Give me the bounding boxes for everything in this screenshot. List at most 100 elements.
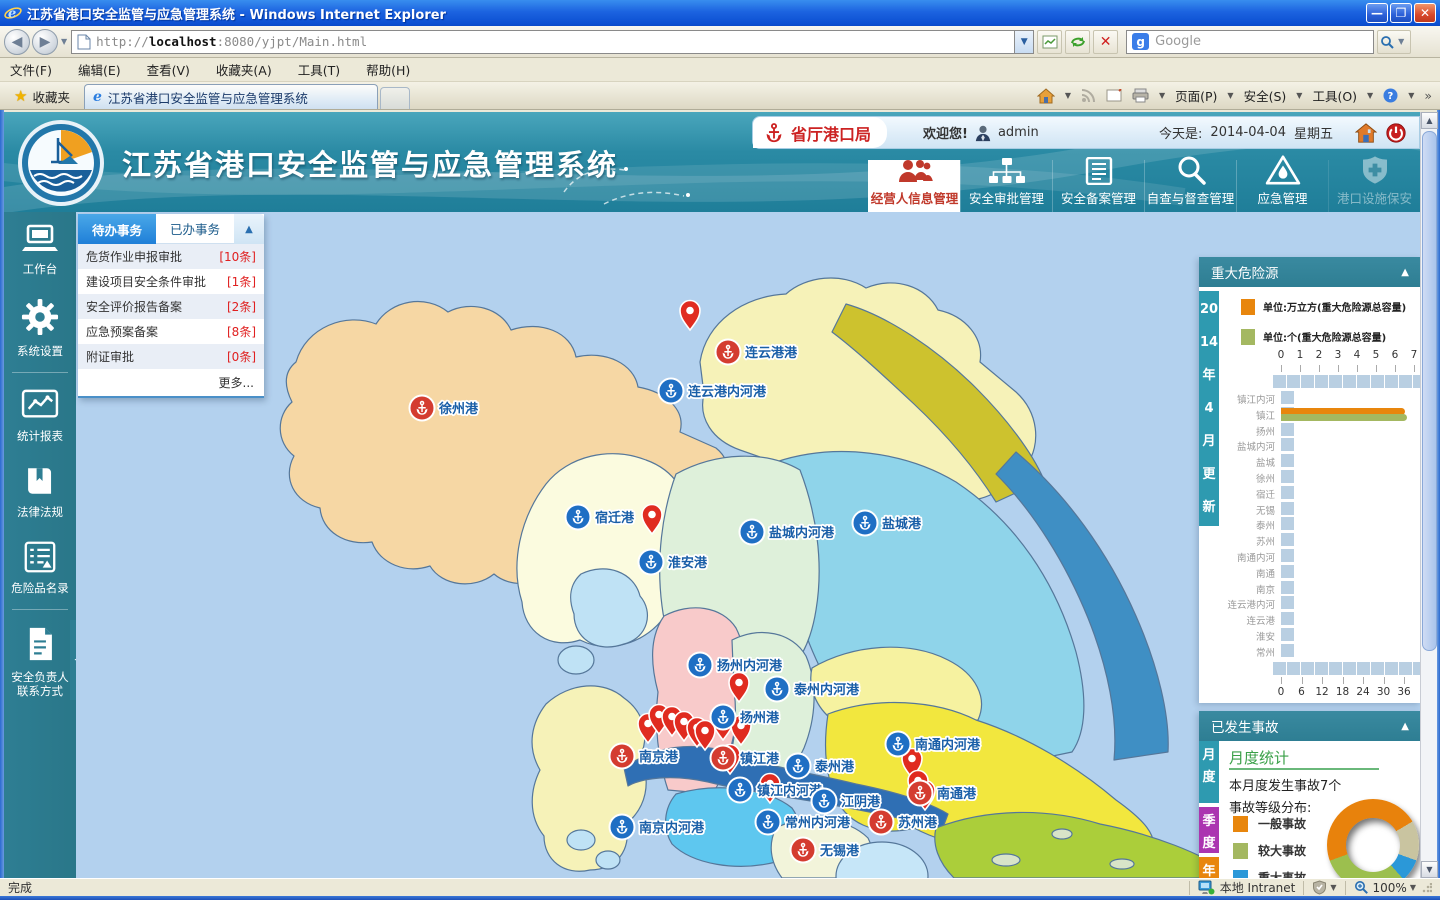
- port-marker[interactable]: 常州内河港: [756, 810, 852, 835]
- accident-heading: 月度统计: [1229, 747, 1289, 768]
- back-button[interactable]: ◀: [4, 29, 30, 55]
- nav-shield: 港口设施保安: [1328, 160, 1420, 213]
- sidebar-item-gear[interactable]: 系统设置: [4, 286, 76, 368]
- overflow-chevron-icon[interactable]: »: [1424, 88, 1432, 103]
- nav-sitemap[interactable]: 安全审批管理: [960, 160, 1052, 213]
- page-scrollbar[interactable]: ▲ ▼: [1420, 112, 1437, 878]
- menu-item-5[interactable]: 帮助(H): [366, 60, 410, 79]
- browser-tab[interactable]: e 江苏省港口安全监管与应急管理系统: [84, 84, 378, 109]
- task-row[interactable]: 危货作业申报审批[10条]: [78, 244, 264, 269]
- task-row[interactable]: 附证审批[0条]: [78, 344, 264, 369]
- hazard-panel-title: 重大危险源: [1211, 262, 1279, 282]
- minimize-button[interactable]: —: [1366, 3, 1388, 23]
- map-pin[interactable]: [680, 301, 700, 331]
- menu-item-4[interactable]: 工具(T): [298, 60, 340, 79]
- task-count: [8条]: [227, 323, 256, 340]
- sidebar-item-contact[interactable]: 安全负责人联系方式: [4, 614, 76, 708]
- accident-tab-2[interactable]: 年度: [1199, 857, 1219, 878]
- accident-panel-title: 已发生事故: [1211, 716, 1279, 736]
- laptop-icon: [20, 224, 60, 258]
- sidebar-item-chart[interactable]: 统计报表: [4, 377, 76, 453]
- task-row[interactable]: 应急预案备案[8条]: [78, 319, 264, 344]
- star-icon: ★: [14, 87, 27, 105]
- help-icon[interactable]: ?: [1383, 88, 1398, 103]
- scroll-down-icon[interactable]: ▼: [1421, 861, 1438, 878]
- port-label: 淮安港: [667, 555, 708, 571]
- port-label: 连云港港: [745, 345, 798, 361]
- port-label: 盐城港: [882, 516, 922, 532]
- svg-text:e: e: [8, 7, 16, 22]
- search-input[interactable]: g Google: [1126, 30, 1374, 54]
- island-2: [1052, 829, 1072, 839]
- rss-icon[interactable]: [1081, 88, 1096, 103]
- sidebar-item-laptop[interactable]: 工作台: [4, 212, 76, 286]
- tab-done-tasks[interactable]: 已办事务: [156, 214, 234, 244]
- print-icon[interactable]: [1132, 88, 1149, 103]
- stop-button[interactable]: ✕: [1093, 30, 1118, 54]
- maximize-button[interactable]: ❐: [1390, 3, 1412, 23]
- task-row[interactable]: 建设项目安全条件审批[1条]: [78, 269, 264, 294]
- command-tools[interactable]: 工具(O): [1312, 86, 1357, 105]
- weekday: 星期五: [1294, 123, 1333, 142]
- status-zone: 本地 Intranet: [1220, 879, 1296, 896]
- accident-distribution-label: 事故等级分布:: [1229, 797, 1311, 816]
- hazard-category-label: 镇江: [1203, 408, 1275, 422]
- new-tab-stub[interactable]: [380, 87, 410, 109]
- zoom-level[interactable]: 100%: [1373, 881, 1407, 895]
- zoom-icon[interactable]: [1354, 880, 1369, 895]
- favorites-button[interactable]: ★ 收藏夹: [4, 84, 80, 108]
- hazard-category-label: 徐州: [1203, 471, 1275, 485]
- logout-icon[interactable]: [1385, 122, 1407, 144]
- island-1: [992, 854, 1020, 866]
- hazard-category-label: 连云港: [1203, 613, 1275, 627]
- tasks-more-link[interactable]: 更多...: [78, 369, 264, 396]
- nav-magnifier[interactable]: 自查与督查管理: [1144, 160, 1236, 213]
- menu-item-1[interactable]: 编辑(E): [78, 60, 121, 79]
- home-icon[interactable]: [1037, 88, 1055, 104]
- hazard-category-label: 镇江内河: [1203, 392, 1275, 406]
- sidebar-item-list[interactable]: 危险品名录: [4, 529, 76, 605]
- nav-emergency[interactable]: 应急管理: [1236, 160, 1328, 213]
- accident-tab-0[interactable]: 月度: [1199, 741, 1219, 803]
- hazard-category-label: 南京: [1203, 582, 1275, 596]
- port-label: 宿迁港: [595, 510, 635, 526]
- search-icon: [1380, 35, 1394, 49]
- lake-nanjing-1: [567, 830, 595, 850]
- hazard-bar: [1281, 414, 1407, 421]
- command-page[interactable]: 页面(P): [1175, 86, 1217, 105]
- url-field[interactable]: http://localhost:8080/yjpt/Main.html: [71, 30, 1015, 54]
- refresh-button[interactable]: [1065, 30, 1090, 54]
- menu-item-0[interactable]: 文件(F): [10, 60, 52, 79]
- port-label: 南通内河港: [915, 737, 981, 753]
- tasks-collapse-icon[interactable]: ▲: [234, 214, 264, 244]
- forward-button[interactable]: ▶: [32, 29, 58, 55]
- scrollbar-thumb[interactable]: [1422, 131, 1437, 651]
- task-count: [1条]: [227, 273, 256, 290]
- sidebar-item-book[interactable]: 法律法规: [4, 453, 76, 529]
- svg-text:?: ?: [1388, 91, 1394, 102]
- search-button[interactable]: ▼: [1377, 30, 1411, 54]
- task-count: [0条]: [227, 348, 256, 365]
- hazard-collapse-icon[interactable]: ▲: [1401, 267, 1409, 278]
- menu-item-2[interactable]: 查看(V): [147, 60, 190, 79]
- history-dropdown-icon[interactable]: ▼: [61, 37, 67, 46]
- compatibility-button[interactable]: [1037, 30, 1062, 54]
- tab-pending-tasks[interactable]: 待办事务: [78, 214, 156, 244]
- scroll-up-icon[interactable]: ▲: [1421, 112, 1438, 129]
- accident-collapse-icon[interactable]: ▲: [1401, 721, 1409, 732]
- menu-item-3[interactable]: 收藏夹(A): [216, 60, 272, 79]
- protected-mode-icon[interactable]: [1312, 880, 1327, 895]
- close-button[interactable]: ✕: [1414, 3, 1436, 23]
- home-shortcut-icon[interactable]: [1355, 122, 1377, 144]
- mail-icon[interactable]: [1106, 89, 1122, 102]
- task-row[interactable]: 安全评价报告备案[2条]: [78, 294, 264, 319]
- command-safety[interactable]: 安全(S): [1244, 86, 1287, 105]
- nav-document[interactable]: 安全备案管理: [1052, 160, 1144, 213]
- url-dropdown-button[interactable]: ▼: [1015, 30, 1034, 54]
- port-label: 扬州港: [740, 710, 780, 726]
- nav-people[interactable]: 经营人信息管理: [868, 160, 960, 213]
- port-label: 南通港: [937, 786, 977, 802]
- lake-nanjing-2: [596, 851, 620, 869]
- port-label: 扬州内河港: [717, 658, 783, 674]
- accident-tab-1[interactable]: 季度: [1199, 807, 1219, 853]
